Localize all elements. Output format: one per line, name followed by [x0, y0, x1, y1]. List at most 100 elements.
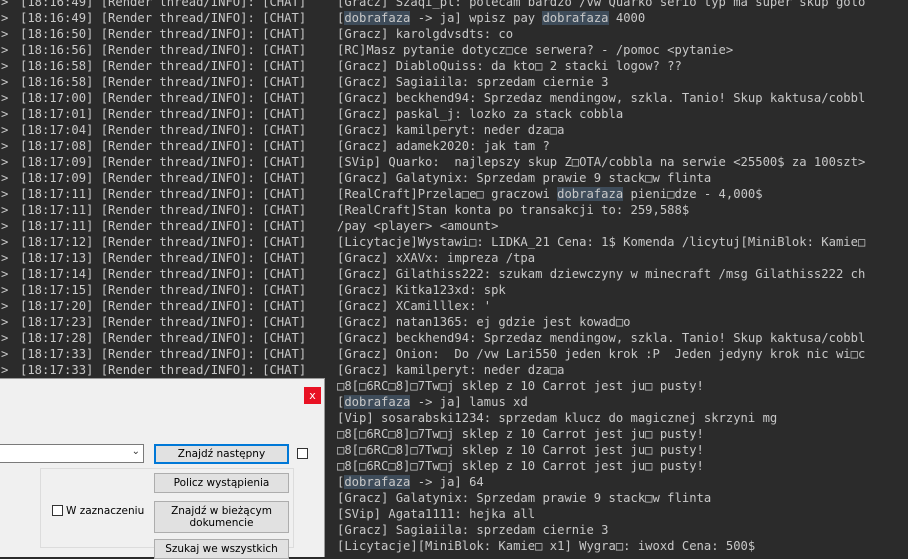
- log-line-arrow: >: [1, 347, 9, 361]
- log-text-segment: [RC]Masz pytanie dotycz□ce serwera? - /p…: [337, 43, 734, 57]
- log-line-prefix: [18:17:01] [Render thread/INFO]: [CHAT]: [20, 107, 307, 121]
- log-line-message: [Licytacje][MiniBlok: Kamie□ x1] Wygra□:…: [337, 538, 755, 554]
- log-line-prefix: [18:17:33] [Render thread/INFO]: [CHAT]: [20, 363, 307, 377]
- log-line-prefix: [18:17:09] [Render thread/INFO]: [CHAT]: [20, 171, 307, 185]
- log-line-arrow: >: [1, 267, 9, 281]
- log-text-segment: [Gracz] Gilathiss222: szukam dziewczyny …: [337, 267, 866, 281]
- log-text-segment: [SVip] Quarko: najlepszy skup Z□OTA/cobb…: [337, 155, 866, 169]
- log-text-segment: [RealCraft]Przela□e□ graczowi: [337, 187, 558, 201]
- close-button[interactable]: x: [304, 387, 321, 404]
- log-text-segment: [Gracz] xXAVx: impreza /tpa: [337, 251, 536, 265]
- in-selection-label: W zaznaczeniu: [66, 505, 145, 517]
- log-line-message: [Gracz] adamek2020: jak tam ?: [337, 138, 550, 154]
- log-line-prefix: [18:17:15] [Render thread/INFO]: [CHAT]: [20, 283, 307, 297]
- log-line-message: [Gracz] Sagiaiila: sprzedam ciernie 3: [337, 522, 609, 538]
- in-selection-checkbox[interactable]: [52, 505, 63, 516]
- log-line-arrow: >: [1, 0, 9, 9]
- log-text-segment: [Vip] sosarabski1234: sprzedam klucz do …: [337, 411, 778, 425]
- log-line-message: [RealCraft]Przela□e□ graczowi dobrafaza …: [337, 186, 763, 202]
- log-line-arrow: >: [1, 219, 9, 233]
- log-text-segment: [Gracz] Galatynix: Sprzedam prawie 9 sta…: [337, 171, 712, 185]
- log-text-segment: [Gracz] kamilperyt: neder dza□a: [337, 123, 565, 137]
- log-line-arrow: >: [1, 203, 9, 217]
- search-match-highlight: dobrafaza: [344, 475, 411, 489]
- log-line-message: [Gracz] Kitka123xd: spk: [337, 282, 506, 298]
- log-line-message: [Gracz] kamilperyt: neder dza□a: [337, 122, 564, 138]
- log-line-message: [dobrafaza -> ja] 64: [337, 474, 484, 490]
- log-text-segment: [SVip] Agata1111: hejka all: [337, 507, 536, 521]
- log-line-arrow: >: [1, 283, 9, 297]
- log-text-segment: □8[□6RC□8]□7Tw□j sklep z 10 Carrot jest …: [337, 427, 704, 441]
- log-line-message: [Gracz] Szaqi_pl: polecam bardzo /vw Qua…: [337, 0, 865, 10]
- log-line-prefix: [18:17:28] [Render thread/INFO]: [CHAT]: [20, 331, 307, 345]
- log-line-prefix: [18:17:14] [Render thread/INFO]: [CHAT]: [20, 267, 307, 281]
- log-line-arrow: >: [1, 27, 9, 41]
- log-text-segment: [Gracz] Sagiaiila: sprzedam ciernie 3: [337, 523, 609, 537]
- log-line-prefix: [18:17:20] [Render thread/INFO]: [CHAT]: [20, 299, 307, 313]
- search-input[interactable]: ⌄: [0, 444, 144, 463]
- find-in-current-document-button[interactable]: Znajdź w bieżącym dokumencie: [154, 501, 289, 533]
- log-line-arrow: >: [1, 107, 9, 121]
- log-text-segment: [Gracz] beckhend94: Sprzedaz mendingow, …: [337, 331, 866, 345]
- log-text-segment: [Licytacje]Wystawi□: LIDKA_21 Cena: 1$ K…: [337, 235, 866, 249]
- log-line-prefix: [18:17:00] [Render thread/INFO]: [CHAT]: [20, 91, 307, 105]
- log-line-message: [Licytacje]Wystawi□: LIDKA_21 Cena: 1$ K…: [337, 234, 865, 250]
- log-text-segment: [Gracz] karolgdvsdts: co: [337, 27, 514, 41]
- log-text-segment: [Gracz] beckhend94: Sprzedaz mendingow, …: [337, 91, 866, 105]
- log-line-message: □8[□6RC□8]□7Tw□j sklep z 10 Carrot jest …: [337, 458, 704, 474]
- log-line-message: /pay <player> <amount>: [337, 218, 498, 234]
- log-line-arrow: >: [1, 59, 9, 73]
- log-line-arrow: >: [1, 363, 9, 377]
- log-line-arrow: >: [1, 11, 9, 25]
- log-line-message: [Vip] sosarabski1234: sprzedam klucz do …: [337, 410, 777, 426]
- log-line-message: □8[□6RC□8]□7Tw□j sklep z 10 Carrot jest …: [337, 426, 704, 442]
- log-line-prefix: [18:17:08] [Render thread/INFO]: [CHAT]: [20, 139, 307, 153]
- log-line-arrow: >: [1, 251, 9, 265]
- log-line-prefix: [18:16:49] [Render thread/INFO]: [CHAT]: [20, 0, 307, 9]
- log-line-message: [Gracz] kamilperyt: neder dza□a: [337, 362, 564, 378]
- log-text-segment: [Gracz] Kitka123xd: spk: [337, 283, 506, 297]
- find-dialog: x ⌄ Znajdź następny Policz wystąpienia W…: [0, 378, 325, 559]
- search-match-highlight: dobrafaza: [542, 11, 609, 25]
- log-line-arrow: >: [1, 235, 9, 249]
- log-line-arrow: >: [1, 315, 9, 329]
- log-line-message: [SVip] Agata1111: hejka all: [337, 506, 535, 522]
- chevron-down-icon[interactable]: ⌄: [132, 446, 140, 457]
- log-text-segment: [Gracz] DiabloQuiss: da kto□ 2 stacki lo…: [337, 59, 682, 73]
- log-line-message: [Gracz] DiabloQuiss: da kto□ 2 stacki lo…: [337, 58, 682, 74]
- log-line-message: [Gracz] xXAVx: impreza /tpa: [337, 250, 535, 266]
- find-next-button[interactable]: Znajdź następny: [154, 444, 289, 464]
- log-line-arrow: >: [1, 75, 9, 89]
- log-text-segment: [RealCraft]Stan konta po transakcji to: …: [337, 203, 690, 217]
- search-match-highlight: dobrafaza: [557, 187, 624, 201]
- log-line-message: [Gracz] beckhend94: Sprzedaz mendingow, …: [337, 330, 865, 346]
- log-text-segment: [Gracz] adamek2020: jak tam ?: [337, 139, 550, 153]
- log-line-prefix: [18:16:50] [Render thread/INFO]: [CHAT]: [20, 27, 307, 41]
- log-line-message: [Gracz] Gilathiss222: szukam dziewczyny …: [337, 266, 865, 282]
- log-line-prefix: [18:17:11] [Render thread/INFO]: [CHAT]: [20, 187, 307, 201]
- log-text-segment: [Gracz] Sagiaiila: sprzedam ciernie 3: [337, 75, 609, 89]
- option-checkbox[interactable]: [297, 448, 308, 459]
- count-occurrences-button[interactable]: Policz wystąpienia: [154, 473, 289, 493]
- log-line-prefix: [18:17:11] [Render thread/INFO]: [CHAT]: [20, 203, 307, 217]
- log-line-arrow: >: [1, 91, 9, 105]
- log-text-segment: □8[□6RC□8]□7Tw□j sklep z 10 Carrot jest …: [337, 459, 704, 473]
- log-text-segment: pieni□dze - 4,000$: [623, 187, 763, 201]
- find-in-all-button[interactable]: Szukaj we wszystkich: [154, 539, 289, 559]
- log-text-segment: [Gracz] Szaqi_pl: polecam bardzo /vw Qua…: [337, 0, 866, 9]
- search-match-highlight: dobrafaza: [344, 395, 411, 409]
- log-line-message: □8[□6RC□8]□7Tw□j sklep z 10 Carrot jest …: [337, 442, 704, 458]
- log-line-message: [RealCraft]Stan konta po transakcji to: …: [337, 202, 689, 218]
- log-text-segment: [Gracz] paskal_j: lozko za stack cobbla: [337, 107, 624, 121]
- log-line-message: [Gracz] Sagiaiila: sprzedam ciernie 3: [337, 74, 609, 90]
- log-line-prefix: [18:16:49] [Render thread/INFO]: [CHAT]: [20, 11, 307, 25]
- log-text-segment: -> ja] wpisz pay: [410, 11, 543, 25]
- log-text-segment: /pay <player> <amount>: [337, 219, 499, 233]
- log-line-message: [Gracz] karolgdvsdts: co: [337, 26, 513, 42]
- log-line-arrow: >: [1, 171, 9, 185]
- log-line-prefix: [18:17:12] [Render thread/INFO]: [CHAT]: [20, 235, 307, 249]
- search-match-highlight: dobrafaza: [344, 11, 411, 25]
- log-line-message: [Gracz] paskal_j: lozko za stack cobbla: [337, 106, 623, 122]
- log-text-segment: [Gracz] Onion: Do /vw Lari550 jeden krok…: [337, 347, 866, 361]
- log-line-arrow: >: [1, 43, 9, 57]
